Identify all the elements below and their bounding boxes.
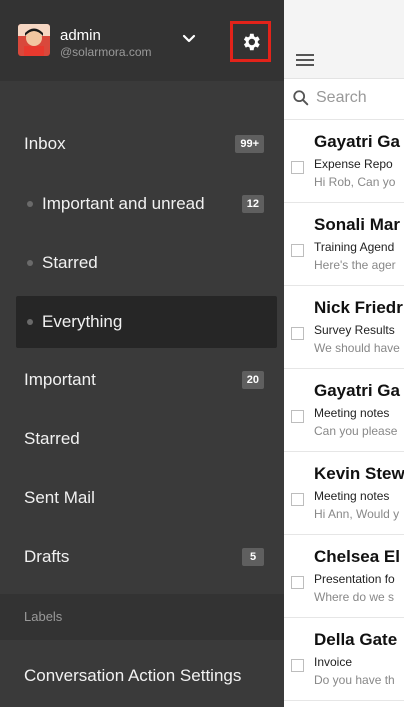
nav-item-label: Important and unread [42, 194, 205, 213]
settings-button[interactable] [230, 21, 271, 62]
chevron-down-icon[interactable] [180, 30, 198, 48]
bullet-icon [27, 319, 33, 325]
hamburger-icon[interactable] [296, 54, 314, 66]
nav-item-label: Conversation Action Settings [24, 666, 242, 685]
nav-item-starred[interactable]: Starred [0, 410, 284, 468]
account-domain: @solarmora.com [60, 45, 152, 59]
email-snippet: Where do we s [314, 590, 395, 604]
list-item[interactable]: Sonali Mar Training Agend Here's the age… [284, 203, 404, 286]
select-checkbox[interactable] [291, 493, 304, 506]
nav-item-important-unread[interactable]: Important and unread 12 [0, 175, 284, 233]
labels-section-header: Labels [0, 594, 284, 640]
conversation-action-settings[interactable]: Conversation Action Settings [0, 647, 284, 705]
email-sender: Gayatri Ga [314, 132, 400, 151]
email-snippet: Do you have th [314, 673, 395, 687]
top-app-bar [284, 0, 404, 79]
app-root: admin @solarmora.com Inbox 99+ Important… [0, 0, 404, 707]
select-checkbox[interactable] [291, 410, 304, 423]
list-item[interactable]: Della Gate Invoice Do you have th [284, 618, 404, 701]
unread-count-badge: 12 [241, 195, 264, 213]
nav-item-label: Inbox [24, 134, 66, 153]
email-subject: Training Agend [314, 240, 395, 254]
email-subject: Invoice [314, 655, 353, 669]
draft-count-badge: 5 [242, 548, 264, 566]
nav-item-label: Sent Mail [24, 488, 95, 507]
nav-item-important[interactable]: Important 20 [0, 351, 284, 409]
list-item[interactable]: Gayatri Ga Meeting notes Can you please [284, 369, 404, 452]
bullet-icon [27, 201, 33, 207]
select-checkbox[interactable] [291, 161, 304, 174]
email-sender: Gayatri Ga [314, 381, 400, 400]
account-name: admin [60, 27, 101, 44]
email-sender: Sonali Mar [314, 215, 400, 234]
email-sender: Kevin Stew [314, 464, 404, 483]
navigation-drawer: admin @solarmora.com Inbox 99+ Important… [0, 0, 284, 707]
nav-item-everything[interactable]: Everything [16, 296, 277, 348]
nav-item-sent-mail[interactable]: Sent Mail [0, 469, 284, 527]
search-bar[interactable]: Search [284, 79, 404, 120]
email-subject: Meeting notes [314, 489, 390, 503]
account-header[interactable]: admin @solarmora.com [0, 0, 284, 81]
email-sender: Nick Friedr [314, 298, 403, 317]
select-checkbox[interactable] [291, 659, 304, 672]
email-subject: Expense Repo [314, 157, 393, 171]
email-sender: Della Gate [314, 630, 398, 649]
email-subject: Meeting notes [314, 406, 390, 420]
nav-item-drafts[interactable]: Drafts 5 [0, 528, 284, 586]
nav-item-label: Starred [42, 253, 98, 272]
avatar-image [18, 24, 50, 56]
unread-count-badge: 20 [241, 371, 264, 389]
email-sender: Chelsea El [314, 547, 400, 566]
nav-item-label: Starred [24, 429, 80, 448]
select-checkbox[interactable] [291, 576, 304, 589]
list-item[interactable]: Nick Friedr Survey Results We should hav… [284, 286, 404, 369]
unread-count-badge: 99+ [235, 135, 264, 153]
bullet-icon [27, 260, 33, 266]
select-checkbox[interactable] [291, 244, 304, 257]
list-item[interactable]: Kevin Stew Meeting notes Hi Ann, Would y [284, 452, 404, 535]
email-snippet: We should have [314, 341, 400, 355]
list-item[interactable]: Chelsea El Presentation fo Where do we s [284, 535, 404, 618]
avatar[interactable] [18, 24, 50, 56]
email-snippet: Hi Ann, Would y [314, 507, 400, 521]
nav-item-inbox[interactable]: Inbox 99+ [0, 115, 284, 173]
nav-item-label: Important [24, 370, 96, 389]
email-snippet: Hi Rob, Can yo [314, 175, 396, 189]
select-checkbox[interactable] [291, 327, 304, 340]
email-snippet: Can you please [314, 424, 398, 438]
email-snippet: Here's the ager [314, 258, 396, 272]
search-icon [293, 90, 309, 106]
nav-item-label: Drafts [24, 547, 70, 566]
email-subject: Survey Results [314, 323, 395, 337]
email-subject: Presentation fo [314, 572, 395, 586]
search-input[interactable]: Search [316, 89, 367, 107]
nav-item-starred-section[interactable]: Starred [0, 234, 284, 292]
nav-item-label: Everything [42, 312, 123, 331]
mail-list-pane: Search Gayatri Ga Expense Repo Hi Rob, C… [284, 0, 404, 707]
gear-icon [243, 33, 260, 50]
list-item[interactable]: Gayatri Ga Expense Repo Hi Rob, Can yo [284, 120, 404, 203]
